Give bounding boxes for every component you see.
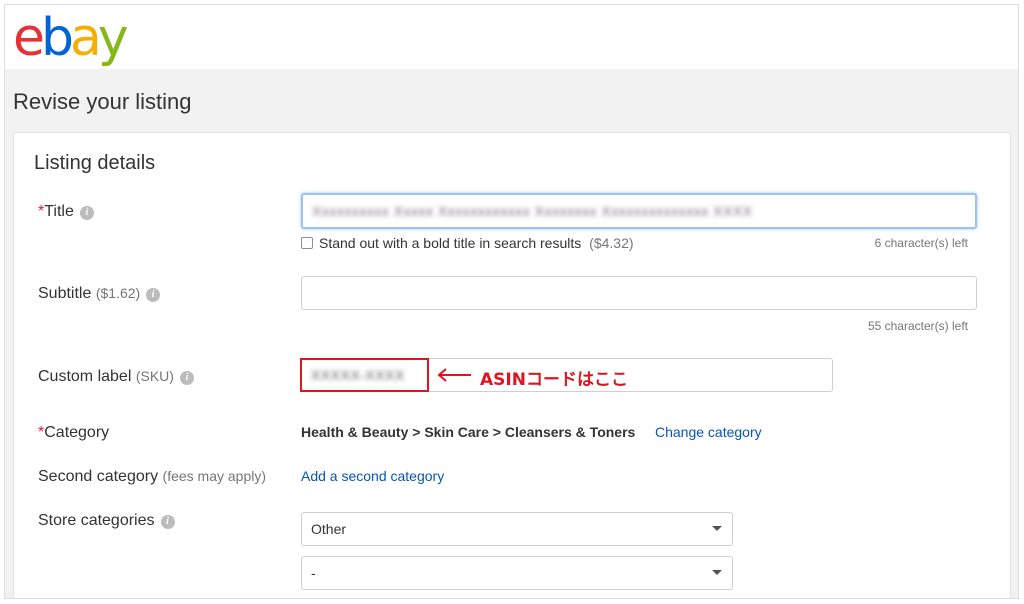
annotation-highlight-box: [300, 358, 429, 392]
title-input-value: Xxxxxxxxxx Xxxxx Xxxxxxxxxxxx Xxxxxxxx X…: [312, 203, 753, 219]
custom-label-label: Custom label (SKU) i: [38, 368, 194, 386]
subtitle-chars-left: 55 character(s) left: [867, 319, 968, 333]
subtitle-input[interactable]: [301, 276, 977, 310]
logo-letter-e: e: [13, 8, 45, 68]
custom-label-text: Custom label: [38, 368, 132, 385]
category-label: *Category: [38, 424, 109, 442]
bold-title-option-label: Stand out with a bold title in search re…: [319, 235, 582, 251]
store-categories-label-text: Store categories: [38, 512, 155, 529]
subtitle-label-text: Subtitle: [38, 285, 92, 302]
title-chars-left: 6 character(s) left: [874, 236, 968, 250]
title-label-text: Title: [44, 203, 74, 220]
info-icon[interactable]: i: [146, 288, 161, 302]
second-category-note: (fees may apply): [162, 468, 267, 484]
title-label: *Title i: [38, 203, 94, 221]
page-title: Revise your listing: [13, 89, 192, 114]
logo-letter-b: b: [41, 8, 74, 68]
store-category-select-secondary[interactable]: -: [301, 556, 733, 590]
annotation-text: ASINコードはここ: [480, 370, 628, 390]
info-icon[interactable]: i: [179, 371, 194, 385]
chevron-down-icon: [712, 570, 722, 575]
chevron-down-icon: [712, 526, 722, 531]
subtitle-label: Subtitle ($1.62) i: [38, 285, 161, 303]
logo-letter-y: y: [97, 8, 129, 68]
store-categories-label: Store categories i: [38, 512, 175, 530]
title-input[interactable]: Xxxxxxxxxx Xxxxx Xxxxxxxxxxxx Xxxxxxxx X…: [301, 193, 977, 229]
category-path: Health & Beauty > Skin Care > Cleansers …: [301, 424, 636, 440]
add-second-category-link[interactable]: Add a second category: [301, 468, 444, 484]
info-icon[interactable]: i: [160, 515, 175, 529]
ebay-logo[interactable]: ebay: [13, 8, 129, 68]
bold-title-checkbox[interactable]: [301, 237, 313, 249]
section-title: Listing details: [34, 152, 156, 174]
category-label-text: Category: [44, 424, 110, 441]
store-category-primary-value: Other: [311, 521, 347, 537]
change-category-link[interactable]: Change category: [655, 424, 762, 440]
bold-title-option[interactable]: Stand out with a bold title in search re…: [301, 235, 634, 251]
custom-label-suffix: (SKU): [135, 368, 174, 384]
logo-letter-a: a: [70, 8, 102, 68]
subtitle-price: ($1.62): [95, 285, 141, 301]
arrow-left-icon: [437, 368, 471, 382]
info-icon[interactable]: i: [79, 206, 94, 220]
second-category-label: Second category (fees may apply): [38, 468, 266, 486]
second-category-label-text: Second category: [38, 468, 159, 485]
bold-title-price: ($4.32): [589, 235, 634, 251]
store-category-select-primary[interactable]: Other: [301, 512, 733, 546]
store-category-secondary-value: -: [311, 565, 316, 581]
